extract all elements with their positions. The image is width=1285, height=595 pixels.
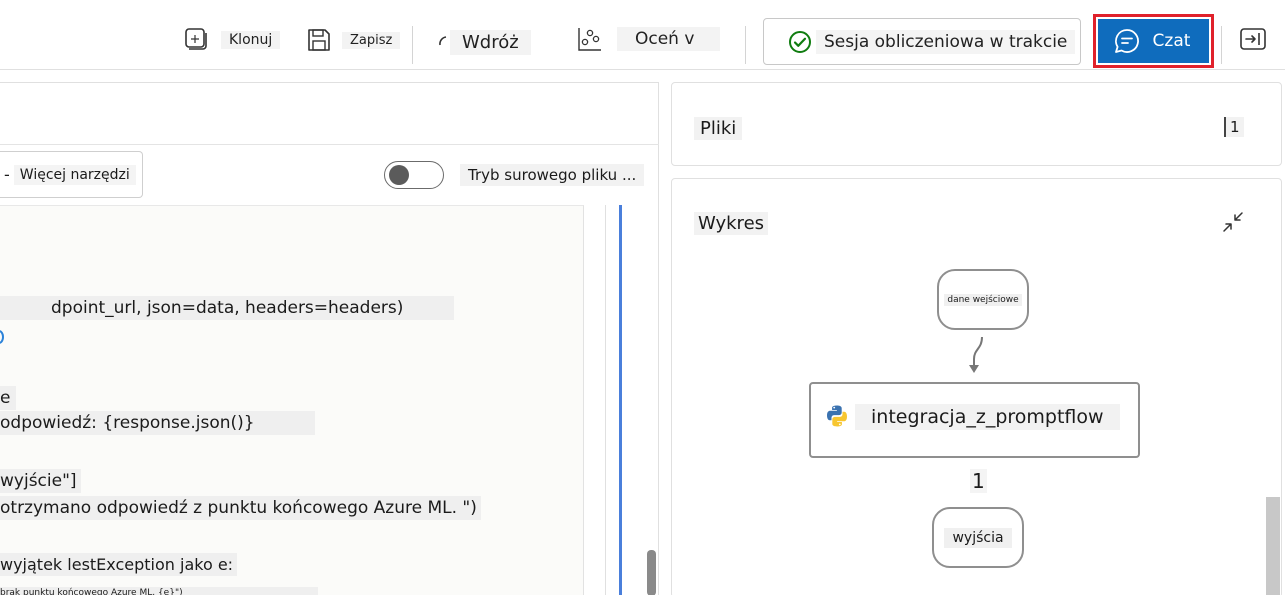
- edge-count-label: 1: [970, 469, 987, 493]
- toolbar-divider: [1221, 26, 1222, 64]
- code-line: dpoint_url, json=data, headers=headers): [0, 296, 454, 320]
- deploy-button[interactable]: Wdróż: [436, 30, 531, 55]
- clone-icon: [185, 28, 207, 50]
- status-text: Sesja obliczeniowa w trakcie: [816, 29, 1076, 54]
- evaluate-icon: [578, 28, 601, 51]
- raw-file-mode-toggle[interactable]: [384, 161, 444, 189]
- node-outputs-label: wyjścia: [944, 527, 1012, 548]
- code-line: otrzymano odpowiedź z punktu końcowego A…: [0, 496, 481, 520]
- checkmark-circle-icon: [789, 30, 811, 53]
- compute-session-status[interactable]: Sesja obliczeniowa w trakcie: [763, 18, 1081, 65]
- code-line: odpowiedź: {response.json()}: [0, 411, 315, 435]
- files-count-badge: 1: [1224, 117, 1244, 137]
- code-editor-panel: - Więcej narzędzi Tryb surowego pliku ..…: [0, 82, 659, 595]
- editor-focus-bar: [619, 205, 622, 595]
- graph-node-python-tool[interactable]: integracja_z_promptflow: [809, 382, 1140, 458]
- graph-title: Wykres: [694, 212, 769, 235]
- editor-scrollbar[interactable]: [647, 550, 656, 595]
- save-icon: [308, 29, 330, 51]
- node-python-tool-label: integracja_z_promptflow: [855, 404, 1120, 430]
- panel-expand-icon[interactable]: [1240, 28, 1266, 50]
- save-label: Zapisz: [342, 31, 401, 49]
- python-icon: [827, 405, 847, 427]
- top-toolbar: Klonuj Zapisz Wdróż Oceń v Sesja oblicze…: [0, 0, 1285, 70]
- save-button[interactable]: Zapisz: [306, 27, 401, 53]
- node-inputs-label: dane wejściowe: [944, 293, 1022, 306]
- chat-label: Czat: [1152, 31, 1191, 51]
- more-tools-label: Więcej narzędzi: [13, 164, 136, 185]
- graph-node-inputs[interactable]: dane wejściowe: [937, 269, 1029, 330]
- graph-edge: [969, 336, 983, 373]
- breakpoint-marker: [0, 330, 4, 344]
- graph-node-outputs[interactable]: wyjścia: [932, 507, 1024, 568]
- raw-file-mode-label: Tryb surowego pliku ...: [460, 164, 645, 186]
- deploy-icon: [439, 35, 447, 45]
- toolbar-divider: [412, 26, 413, 64]
- editor-header: [0, 83, 659, 145]
- code-editor[interactable]: dpoint_url, json=data, headers=headers) …: [0, 205, 584, 595]
- evaluate-button[interactable]: Oceń v: [577, 26, 721, 52]
- collapse-icon[interactable]: [1222, 211, 1244, 233]
- code-line: e: [0, 386, 17, 410]
- more-tools-icon: -: [4, 165, 10, 184]
- code-line: wyjście"]: [0, 469, 81, 493]
- more-tools-button[interactable]: - Więcej narzędzi: [0, 151, 143, 198]
- clone-label: Klonuj: [221, 31, 281, 49]
- toggle-knob: [389, 165, 409, 185]
- code-line: brak punktu końcowego Azure ML. {e}"): [0, 587, 318, 595]
- files-title: Pliki: [694, 117, 743, 140]
- toolbar-divider: [745, 26, 746, 64]
- graph-panel: Wykres dane wejściowe integracja_z_promp…: [671, 178, 1282, 595]
- chat-bubble-icon: [1114, 29, 1139, 53]
- files-panel: Pliki 1: [671, 82, 1282, 166]
- editor-scroll-track: [605, 205, 606, 595]
- deploy-label: Wdróż: [450, 30, 531, 55]
- clone-button[interactable]: Klonuj: [183, 27, 281, 53]
- code-line: wyjątek lestException jako e:: [0, 553, 238, 576]
- graph-scrollbar[interactable]: [1266, 497, 1280, 595]
- evaluate-label: Oceń v: [617, 27, 721, 51]
- chat-button[interactable]: Czat: [1093, 14, 1214, 68]
